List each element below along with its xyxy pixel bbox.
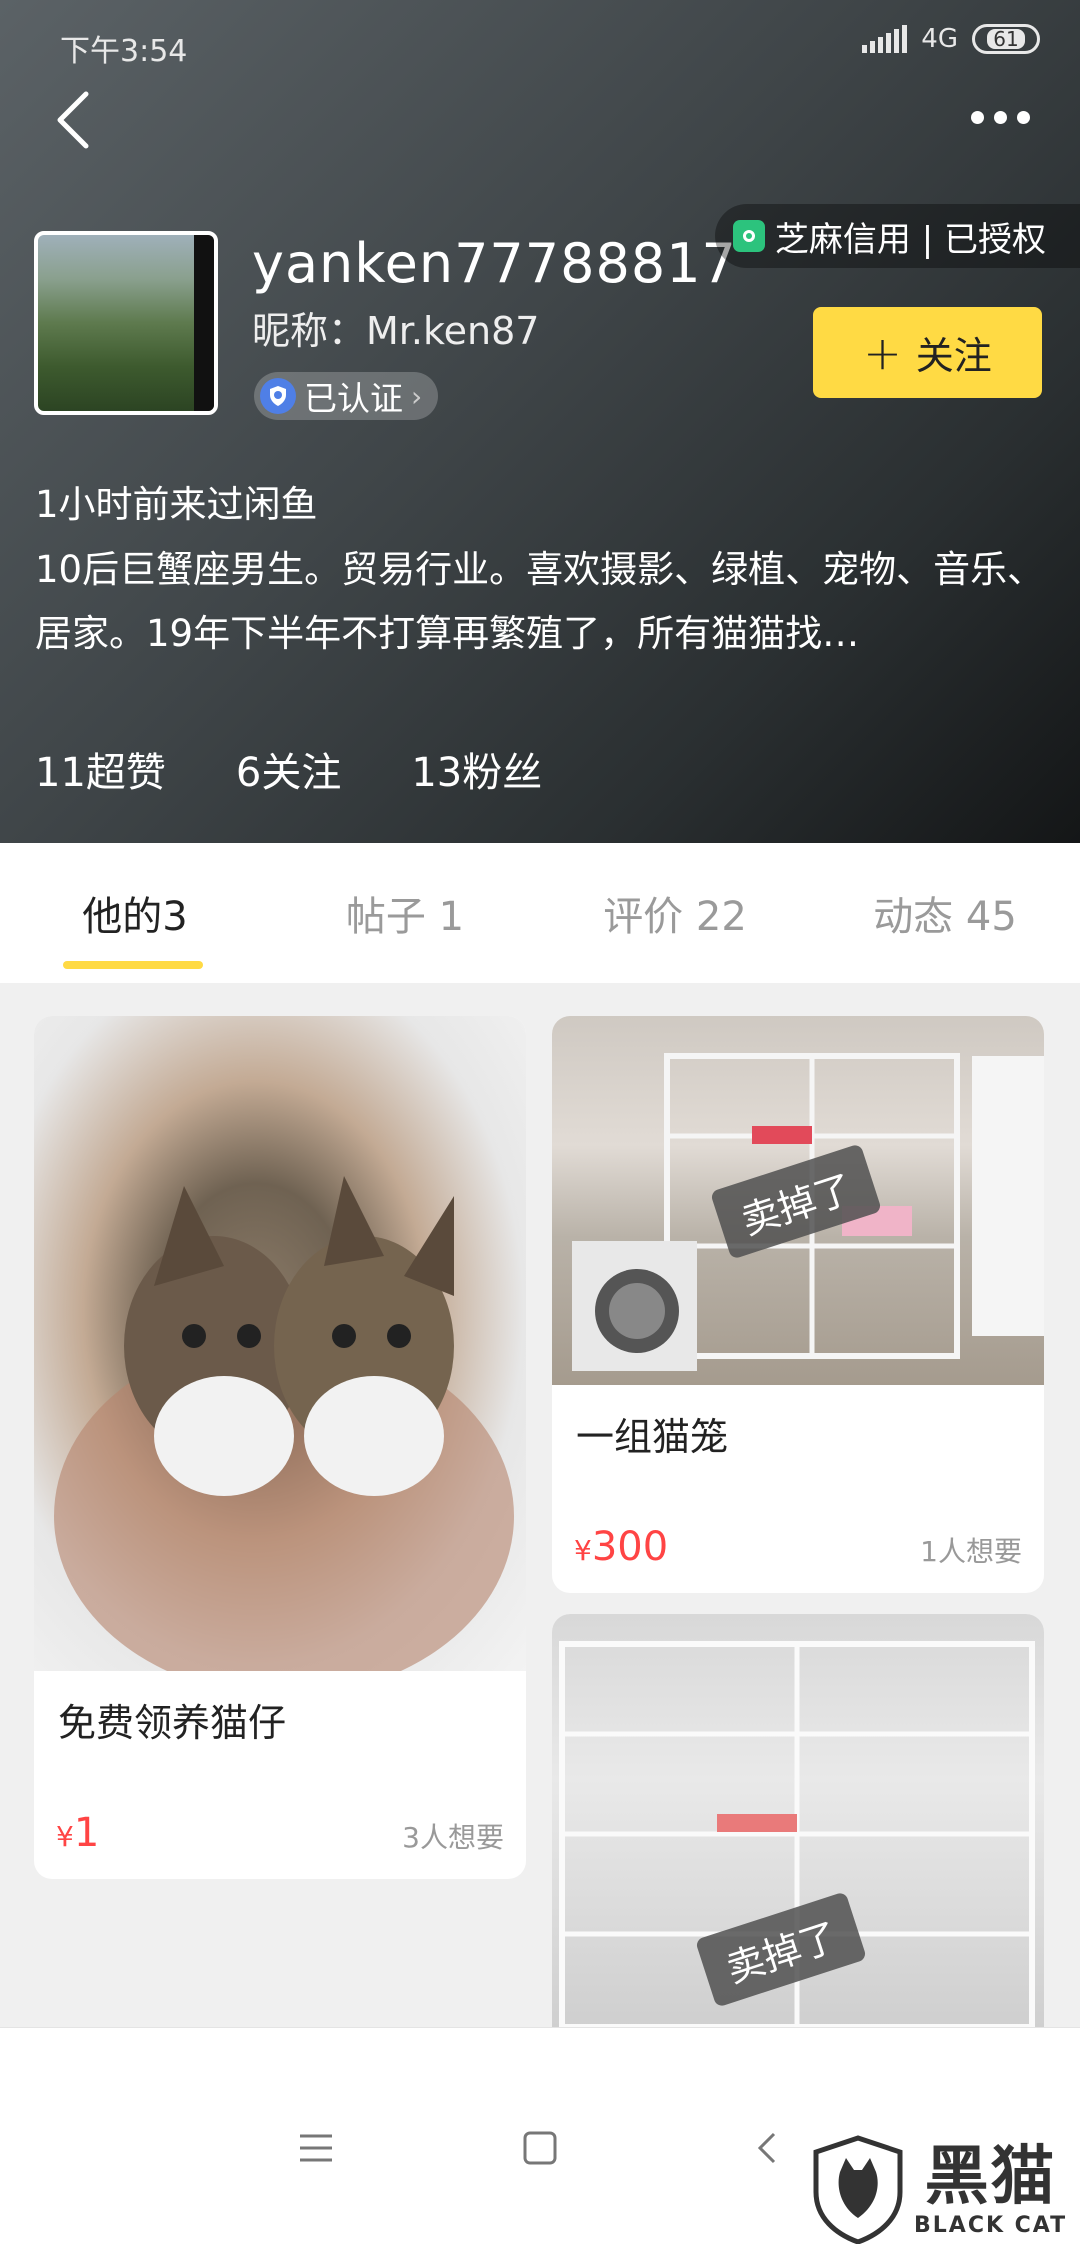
chevron-left-icon xyxy=(57,91,89,149)
battery-icon: 61 xyxy=(972,24,1040,54)
watermark: 黑猫 BLACK CAT xyxy=(810,2130,1080,2248)
home-button[interactable] xyxy=(510,2118,570,2178)
menu-button[interactable] xyxy=(286,2118,346,2178)
tab-items[interactable]: 他的3 xyxy=(0,843,270,983)
stat-likes[interactable]: 11超赞 xyxy=(35,740,166,798)
credit-badge[interactable]: 芝麻信用 | 已授权 xyxy=(714,204,1080,268)
verified-badge[interactable]: 已认证 › xyxy=(254,372,439,420)
tab-label: 动态 45 xyxy=(873,894,1017,940)
item-card[interactable]: 卖掉了 xyxy=(552,1614,1044,2027)
nickname: 昵称：Mr.ken87 xyxy=(252,309,540,353)
status-bar: 下午3:54 4G 61 xyxy=(0,0,1080,90)
black-cat-logo-icon xyxy=(813,2135,903,2244)
item-card[interactable]: 卖掉了 一组猫笼 ¥300 1人想要 xyxy=(552,1016,1044,1593)
square-icon xyxy=(523,2131,557,2165)
profile-stats: 11超赞 6关注 13粉丝 xyxy=(35,740,542,798)
verified-label: 已认证 xyxy=(304,379,403,418)
more-dot-icon xyxy=(970,110,984,124)
tab-label: 他的3 xyxy=(82,894,188,940)
follow-label: 关注 xyxy=(915,334,992,378)
status-time: 下午3:54 xyxy=(60,34,188,69)
tab-posts[interactable]: 帖子 1 xyxy=(270,843,540,983)
bio[interactable]: 10后巨蟹座男生。贸易行业。喜欢摄影、绿植、宠物、音乐、居家。19年下半年不打算… xyxy=(35,538,1045,666)
stat-followers[interactable]: 13粉丝 xyxy=(411,740,542,798)
item-image: 卖掉了 xyxy=(552,1016,1044,1385)
system-back-button[interactable] xyxy=(738,2118,798,2178)
item-wants: 1人想要 xyxy=(920,1535,1022,1568)
zhima-credit-icon xyxy=(732,220,765,252)
profile-tabs: 他的3 帖子 1 评价 22 动态 45 xyxy=(0,843,1080,983)
item-image: 卖掉了 xyxy=(552,1614,1044,2027)
signal-icon xyxy=(862,25,908,53)
more-button[interactable] xyxy=(960,92,1040,142)
stat-following[interactable]: 6关注 xyxy=(236,740,341,798)
back-button[interactable] xyxy=(44,80,114,160)
menu-icon xyxy=(300,2134,332,2162)
shield-icon xyxy=(260,378,296,414)
credit-label: 芝麻信用 | 已授权 xyxy=(774,219,1046,260)
username: yanken77788817 xyxy=(252,232,737,295)
network-type: 4G xyxy=(921,24,958,54)
more-dot-icon xyxy=(993,110,1007,124)
active-tab-indicator xyxy=(63,961,203,969)
battery-level: 61 xyxy=(987,29,1025,49)
follow-button[interactable]: + 关注 xyxy=(813,307,1042,398)
chevron-right-icon: › xyxy=(411,379,423,413)
watermark-en: BLACK CAT xyxy=(914,2212,1068,2238)
item-title: 一组猫笼 xyxy=(576,1415,729,1459)
item-price: ¥300 xyxy=(574,1524,669,1570)
item-price: ¥1 xyxy=(56,1810,100,1856)
item-card[interactable]: 免费领养猫仔 ¥1 3人想要 xyxy=(34,1016,526,1879)
kittens-image xyxy=(54,1176,514,1696)
tab-label: 帖子 1 xyxy=(345,894,465,940)
tab-reviews[interactable]: 评价 22 xyxy=(540,843,810,983)
plus-icon: + xyxy=(863,325,902,380)
item-title: 免费领养猫仔 xyxy=(58,1701,287,1745)
watermark-cn: 黑猫 xyxy=(924,2139,1057,2214)
profile-header: 下午3:54 4G 61 yanken77788817 昵称：Mr.ken87 … xyxy=(0,0,1080,843)
avatar[interactable] xyxy=(34,231,218,415)
more-dot-icon xyxy=(1016,110,1030,124)
chevron-left-icon xyxy=(757,2132,776,2164)
tab-activity[interactable]: 动态 45 xyxy=(810,843,1080,983)
tab-label: 评价 22 xyxy=(603,894,747,940)
item-wants: 3人想要 xyxy=(402,1821,504,1854)
status-indicators: 4G 61 xyxy=(862,24,1040,54)
item-image xyxy=(34,1016,526,1696)
last-seen: 1小时前来过闲鱼 xyxy=(35,483,318,526)
